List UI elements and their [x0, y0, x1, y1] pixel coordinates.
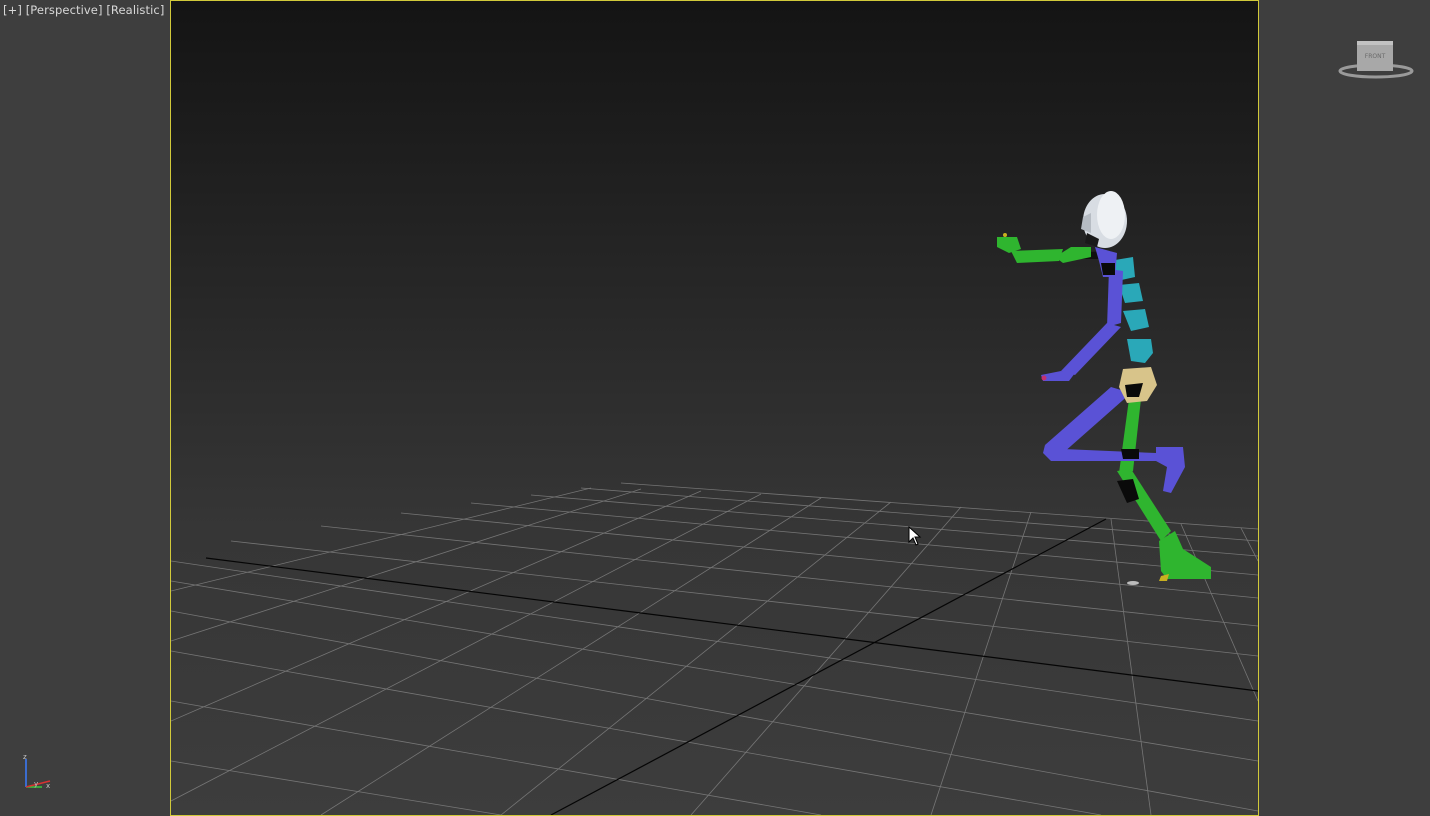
biped-head[interactable] [1081, 191, 1127, 248]
biped-left-arm[interactable] [1041, 269, 1123, 381]
viewcube-face-label: FRONT [1365, 53, 1386, 60]
axis-y-label: y [34, 780, 38, 788]
viewport-menu-plus[interactable]: [+] [3, 3, 22, 17]
biped-right-leg[interactable] [1043, 387, 1185, 493]
viewcube-icon[interactable]: FRONT [1338, 38, 1414, 82]
ground-grid [171, 482, 1258, 815]
scene-canvas [171, 191, 1258, 815]
viewport-shading-menu[interactable]: [Realistic] [106, 3, 164, 17]
biped-character[interactable] [997, 191, 1211, 585]
axis-z-label: z [23, 755, 27, 761]
axis-x-label: x [46, 782, 50, 790]
axis-tripod: z y x [23, 755, 51, 790]
perspective-viewport[interactable] [170, 0, 1259, 816]
viewport-point-of-view-menu[interactable]: [Perspective] [26, 3, 103, 17]
grid-axis-lines [205, 518, 1258, 815]
viewport-label[interactable]: [+] [Perspective] [Realistic] [3, 3, 164, 17]
